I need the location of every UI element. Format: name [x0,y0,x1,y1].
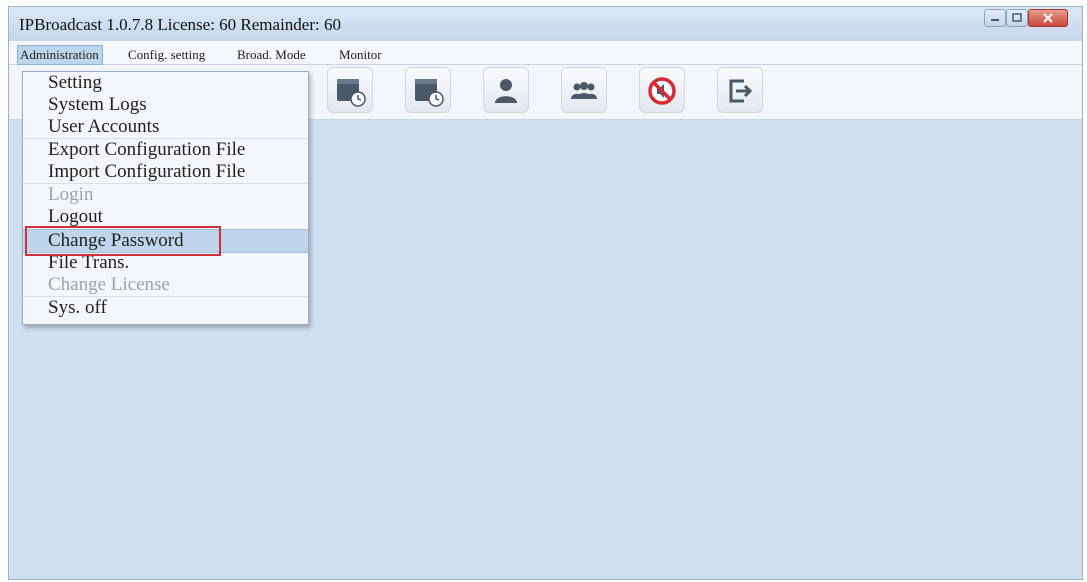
mute-icon [648,77,676,105]
menu-item-label: Login [48,184,94,205]
mute-button[interactable] [639,67,685,113]
user-button[interactable] [483,67,529,113]
menu-item-sys-off[interactable]: Sys. off [23,297,308,320]
minimize-icon [991,19,999,21]
app-window: IPBroadcast 1.0.7.8 License: 60 Remainde… [8,6,1083,580]
menu-item-label: Import Configuration File [48,161,246,182]
menu-item-label: Export Configuration File [48,139,246,160]
menu-item-change-license: Change License [23,274,308,297]
menu-item-import-configuration[interactable]: Import Configuration File [23,161,308,184]
menu-item-label: Setting [48,72,102,93]
title-bar: IPBroadcast 1.0.7.8 License: 60 Remainde… [9,7,1082,41]
menu-item-login: Login [23,184,308,207]
schedule-clock-icon [337,79,366,107]
menu-bar: Administration Config. setting Broad. Mo… [9,41,1082,65]
menu-monitor[interactable]: Monitor [339,47,397,63]
close-icon [1043,13,1053,23]
schedule-button-2[interactable] [405,67,451,113]
users-group-icon [571,82,597,99]
menu-broad-mode[interactable]: Broad. Mode [237,47,306,63]
exit-button[interactable] [717,67,763,113]
menu-item-label: Logout [48,206,103,227]
maximize-icon [1012,13,1022,22]
schedule-clock-icon [415,79,444,107]
maximize-button[interactable] [1006,9,1028,27]
menu-item-export-configuration[interactable]: Export Configuration File [23,139,308,162]
minimize-button[interactable] [984,9,1006,27]
exit-icon [729,79,753,103]
menu-administration[interactable]: Administration [17,45,103,65]
menu-config-setting[interactable]: Config. setting [128,47,205,63]
schedule-button-1[interactable] [327,67,373,113]
menu-item-file-trans[interactable]: File Trans. [23,252,308,275]
user-group-button[interactable] [561,67,607,113]
menu-item-setting[interactable]: Setting [23,72,308,95]
close-button[interactable] [1028,9,1068,27]
menu-item-label: System Logs [48,94,147,115]
annotation-highlight-box [25,226,221,256]
user-icon [495,79,517,103]
menu-item-user-accounts[interactable]: User Accounts [23,116,308,139]
menu-item-label: Sys. off [48,297,107,318]
menu-item-label: User Accounts [48,116,160,137]
window-title: IPBroadcast 1.0.7.8 License: 60 Remainde… [19,15,341,34]
menu-item-label: Change License [48,274,170,295]
menu-item-system-logs[interactable]: System Logs [23,94,308,117]
administration-dropdown-menu: Setting System Logs User Accounts Export… [22,71,309,325]
